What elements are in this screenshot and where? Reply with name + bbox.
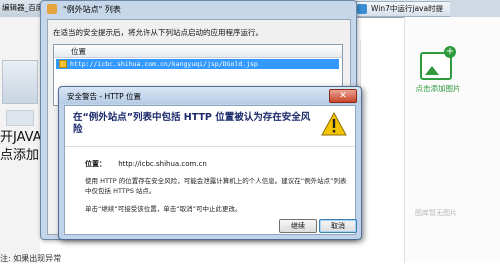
- browser-icon: [357, 4, 367, 14]
- site-url: http://icbc.shihua.com.cn/kangyuqi/jsp/D…: [70, 60, 258, 68]
- background-thumbnail: [2, 60, 38, 104]
- background-thumbnail-small: [6, 110, 34, 126]
- taskbar-tray: [450, 0, 500, 17]
- close-icon[interactable]: ✕: [329, 89, 357, 103]
- column-header-location[interactable]: 位置: [54, 45, 342, 58]
- security-warning-dialog: 安全警告 - HTTP 位置 ✕ 在“例外站点”列表中包括 HTTP 位置被认为…: [58, 86, 362, 240]
- column-header-label: 位置: [71, 47, 86, 56]
- warning-triangle-icon: [321, 112, 347, 136]
- location-value: http://icbc.shihua.com.cn: [118, 160, 207, 168]
- window-title: "例外站点" 列表: [63, 5, 121, 14]
- background-text-line: 注: 如果出现异常: [0, 254, 62, 263]
- empty-gallery-label: 图库暂无图片: [415, 209, 457, 217]
- add-picture-link[interactable]: 点击添加图片: [408, 83, 468, 94]
- cancel-button[interactable]: 取消: [319, 219, 357, 233]
- dialog-body: 在“例外站点”列表中包括 HTTP 位置被认为存在安全风险 位置： http:/…: [64, 105, 356, 235]
- dialog-titlebar[interactable]: 安全警告 - HTTP 位置 ✕: [59, 87, 361, 104]
- taskbar-item-label: Win7中运行java时提: [371, 4, 444, 13]
- location-line: 位置： http://icbc.shihua.com.cn: [85, 159, 207, 169]
- instruction-text: 在适当的安全提示后，将允许从下列站点启动的应用程序运行。: [53, 28, 263, 37]
- taskbar-item-win7-java[interactable]: Win7中运行java时提: [352, 1, 466, 17]
- dialog-divider: [65, 146, 355, 147]
- java-icon: [47, 4, 57, 14]
- window-titlebar[interactable]: "例外站点" 列表: [41, 1, 356, 18]
- location-label: 位置：: [85, 160, 106, 168]
- warning-heading: 在“例外站点”列表中包括 HTTP 位置被认为存在安全风险: [73, 112, 311, 135]
- site-list-row-selected[interactable]: http://icbc.shihua.com.cn/kangyuqi/jsp/D…: [56, 59, 339, 69]
- continue-button[interactable]: 继续: [279, 219, 317, 233]
- site-icon: [59, 60, 67, 68]
- warning-hint: 单击“继续”可接受该位置，单击“取消”可中止此更改。: [85, 205, 242, 213]
- dialog-title: 安全警告 - HTTP 位置: [67, 92, 142, 101]
- add-picture-icon[interactable]: [420, 46, 456, 80]
- warning-description: 使用 HTTP 的位置存在安全风险，可能会泄露计算机上的个人信息。建议在“例外站…: [85, 177, 347, 195]
